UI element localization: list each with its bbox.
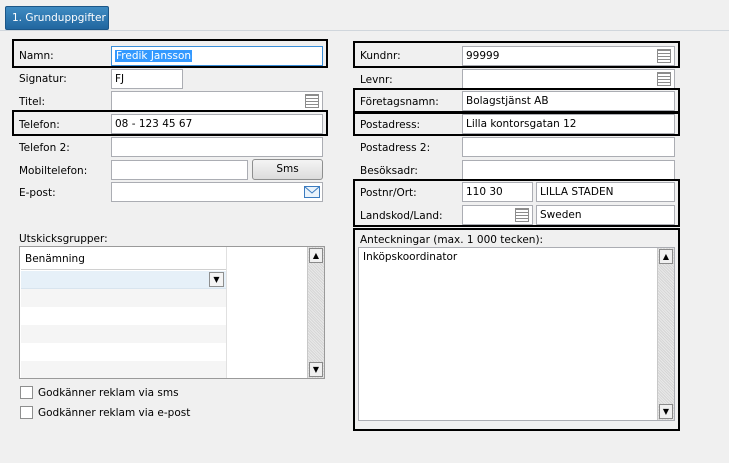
notes-label: Anteckningar (max. 1 000 tecken):	[360, 234, 544, 246]
title-input[interactable]	[111, 91, 323, 111]
tab-grunduppgifter[interactable]: 1. Grunduppgifter	[5, 6, 109, 30]
notes-textarea[interactable]: Inköpskoordinator ▲ ▼	[358, 247, 675, 421]
phone-label: Telefon:	[19, 119, 60, 131]
email-consent-checkbox[interactable]	[20, 406, 33, 419]
country-label: Landskod/Land:	[360, 210, 443, 222]
name-input[interactable]: Fredik Jansson	[111, 46, 323, 66]
list-lookup-icon[interactable]	[657, 72, 671, 86]
scroll-down-icon[interactable]: ▼	[659, 404, 673, 419]
postal-address-input[interactable]: Lilla kontorsgatan 12	[462, 114, 675, 134]
postal-address2-input[interactable]	[462, 137, 675, 157]
email-consent-label: Godkänner reklam via e-post	[38, 407, 191, 419]
signature-input[interactable]: FJ	[111, 69, 183, 89]
phone2-input[interactable]	[111, 137, 323, 157]
customer-no-value: 99999	[466, 50, 500, 62]
grid-row[interactable]	[21, 325, 226, 343]
scroll-up-icon[interactable]: ▲	[309, 248, 323, 263]
zip-input[interactable]: 110 30	[462, 182, 533, 202]
notes-value: Inköpskoordinator	[363, 251, 458, 263]
visit-address-label: Besöksadr:	[360, 165, 418, 177]
name-label: Namn:	[19, 50, 54, 62]
grid-row[interactable]	[21, 307, 226, 325]
grid-column-header[interactable]: Benämning	[21, 248, 226, 270]
groups-label: Utskicksgrupper:	[19, 233, 108, 245]
envelope-icon[interactable]	[304, 185, 320, 199]
company-input[interactable]: Bolagstjänst AB	[462, 91, 675, 111]
list-lookup-icon[interactable]	[657, 49, 671, 63]
sms-consent-label: Godkänner reklam via sms	[38, 387, 179, 399]
notes-scrollbar[interactable]: ▲ ▼	[657, 248, 674, 420]
sms-button[interactable]: Sms	[252, 159, 323, 180]
company-label: Företagsnamn:	[360, 96, 439, 108]
grid-row[interactable]	[21, 343, 226, 361]
customer-no-input[interactable]: 99999	[462, 46, 675, 66]
grid-row[interactable]	[21, 289, 226, 307]
email-label: E-post:	[19, 187, 56, 199]
tab-strip: 1. Grunduppgifter	[0, 0, 729, 31]
name-value: Fredik Jansson	[115, 50, 193, 62]
mobile-label: Mobiltelefon:	[19, 165, 88, 177]
email-input[interactable]	[111, 182, 323, 202]
supplier-no-label: Levnr:	[360, 74, 393, 86]
title-label: Titel:	[19, 96, 46, 108]
groups-scrollbar[interactable]: ▲ ▼	[307, 247, 324, 378]
postal-address-label: Postadress:	[360, 119, 421, 131]
country-input[interactable]: Sweden	[536, 205, 675, 225]
phone-input[interactable]: 08 - 123 45 67	[111, 114, 323, 134]
visit-address-input[interactable]	[462, 160, 675, 180]
supplier-no-input[interactable]	[462, 69, 675, 89]
grid-divider	[226, 247, 227, 378]
scroll-up-icon[interactable]: ▲	[659, 249, 673, 264]
groups-grid[interactable]: Benämning ▼ ▲ ▼	[19, 246, 325, 379]
country-code-input[interactable]	[462, 205, 533, 225]
signature-label: Signatur:	[19, 73, 67, 85]
mobile-input[interactable]	[111, 160, 248, 180]
scroll-down-icon[interactable]: ▼	[309, 362, 323, 377]
sms-consent-checkbox[interactable]	[20, 386, 33, 399]
list-lookup-icon[interactable]	[305, 94, 319, 108]
postal-address2-label: Postadress 2:	[360, 142, 431, 154]
grid-row[interactable]	[21, 361, 226, 378]
list-lookup-icon[interactable]	[515, 208, 529, 222]
zip-city-label: Postnr/Ort:	[360, 187, 417, 199]
customer-no-label: Kundnr:	[360, 50, 401, 62]
phone2-label: Telefon 2:	[19, 142, 70, 154]
chevron-down-icon[interactable]: ▼	[209, 272, 224, 287]
city-input[interactable]: LILLA STADEN	[536, 182, 675, 202]
grid-new-row[interactable]: ▼	[21, 271, 226, 289]
